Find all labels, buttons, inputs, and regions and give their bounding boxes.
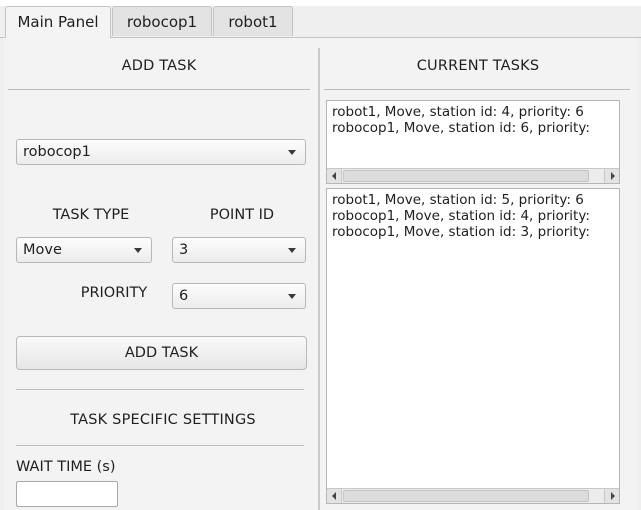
add-task-heading-divider [8,89,310,90]
chevron-down-icon [134,248,142,253]
scrollbar-thumb[interactable] [343,490,589,502]
chevron-down-icon [288,248,296,253]
tab-robocop1[interactable]: robocop1 [112,6,212,36]
scrollbar-thumb[interactable] [343,170,589,182]
scroll-left-button[interactable] [327,489,342,503]
horizontal-scrollbar[interactable] [327,168,619,183]
horizontal-scrollbar[interactable] [327,488,619,503]
arrow-right-icon [611,492,615,500]
priority-value: 6 [179,288,189,304]
robot-select-value: robocop1 [23,144,91,160]
task-specific-settings-heading: TASK SPECIFIC SETTINGS [70,412,256,428]
tab-robot1[interactable]: robot1 [213,6,293,36]
list-item[interactable]: robocop1, Move, station id: 4, priority: [332,208,619,224]
priority-label: PRIORITY [80,285,148,301]
arrow-right-icon [611,172,615,180]
task-type-value: Move [23,242,62,258]
priority-select[interactable]: 6 [172,283,306,309]
list-item[interactable]: robot1, Move, station id: 5, priority: 6 [332,192,619,208]
scroll-right-button[interactable] [604,489,619,503]
settings-divider-bottom [16,445,304,446]
main-panel: ADD TASK robocop1 TASK TYPE POINT ID Mov… [4,38,637,510]
current-tasks-list-top[interactable]: robot1, Move, station id: 4, priority: 6… [326,100,620,184]
scroll-left-button[interactable] [327,169,342,183]
chevron-down-icon [288,150,296,155]
current-tasks-list-bottom[interactable]: robot1, Move, station id: 5, priority: 6… [326,188,620,504]
add-task-heading: ADD TASK [121,58,197,74]
wait-time-input[interactable] [16,481,118,507]
point-id-value: 3 [179,242,189,258]
tab-bar: Main Panel robocop1 robot1 [0,0,641,38]
task-type-label: TASK TYPE [52,207,130,223]
current-tasks-heading-divider [324,89,630,90]
chevron-down-icon [288,294,296,299]
list-item[interactable]: robocop1, Move, station id: 6, priority: [332,120,619,136]
arrow-left-icon [332,172,336,180]
wait-time-label: WAIT TIME (s) [16,459,116,475]
task-type-select[interactable]: Move [16,237,152,263]
list-item[interactable]: robot1, Move, station id: 4, priority: 6 [332,104,619,120]
add-task-button[interactable]: ADD TASK [16,336,307,370]
column-divider [318,48,320,510]
arrow-left-icon [332,492,336,500]
point-id-select[interactable]: 3 [172,237,306,263]
settings-divider-top [16,389,304,390]
list-item[interactable]: robocop1, Move, station id: 3, priority: [332,224,619,240]
scroll-right-button[interactable] [604,169,619,183]
tab-main-panel[interactable]: Main Panel [5,6,111,38]
current-tasks-heading: CURRENT TASKS [416,58,540,74]
point-id-label: POINT ID [209,207,275,223]
robot-select[interactable]: robocop1 [16,139,306,165]
